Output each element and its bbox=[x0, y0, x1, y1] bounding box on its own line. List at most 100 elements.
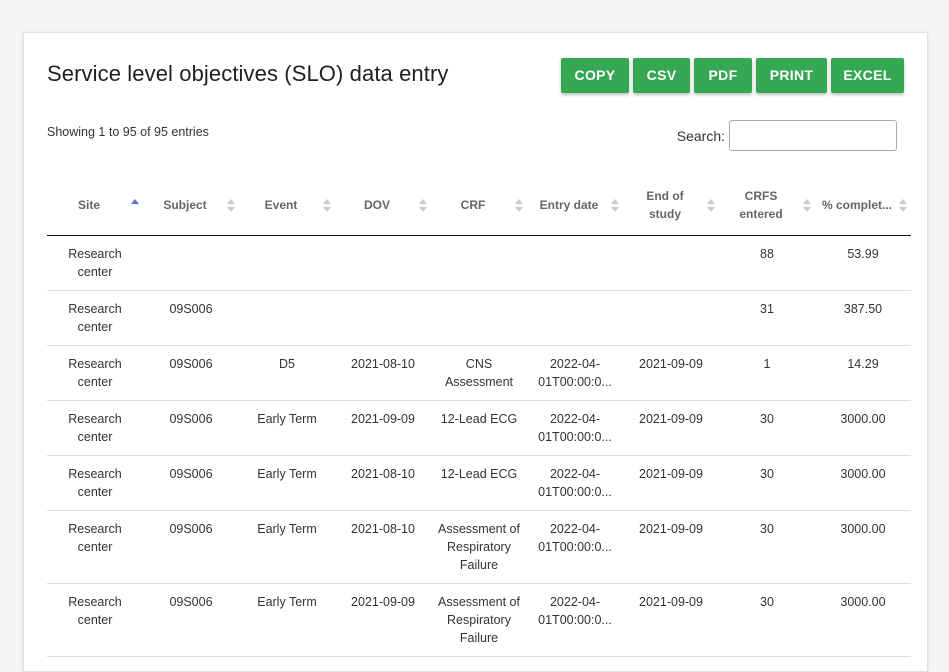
search-label: Search: bbox=[676, 127, 725, 144]
cell-subject: 09S006 bbox=[143, 345, 239, 401]
cell-event: Early Term bbox=[239, 455, 335, 511]
sort-icon bbox=[323, 199, 331, 213]
cell-percent-complete: 3000.00 bbox=[815, 510, 911, 584]
excel-button[interactable]: EXCEL bbox=[831, 58, 904, 93]
cell-crfs-entered: 30 bbox=[719, 583, 815, 657]
cell-end-of-study: 2021-09-09 bbox=[623, 583, 719, 657]
cell-subject: 09S006 bbox=[143, 290, 239, 346]
cell-subject: 09S006 bbox=[143, 510, 239, 584]
column-header-label: End of study bbox=[646, 188, 684, 221]
print-button[interactable]: PRINT bbox=[756, 58, 827, 93]
cell-dov: 2021-09-09 bbox=[335, 400, 431, 456]
cell-percent-complete: 14.29 bbox=[815, 345, 911, 401]
table-row[interactable]: Research center 09S006 Early Term 2021-08-1… bbox=[47, 510, 911, 584]
column-header-site[interactable]: Site bbox=[47, 175, 143, 236]
cell-event: Early Term bbox=[239, 583, 335, 657]
column-header-percent-complete[interactable]: % complet... bbox=[815, 175, 911, 236]
cell-site: Research center bbox=[47, 455, 143, 511]
column-header-label: Entry date bbox=[539, 197, 599, 212]
cell-event: D5 bbox=[239, 345, 335, 401]
table-header-row: Site Subject Event DOV CRF Entry date End of s… bbox=[47, 175, 911, 236]
column-header-label: % complet... bbox=[821, 197, 892, 212]
cell-site: Research center bbox=[47, 583, 143, 657]
cell-site: Research center bbox=[47, 290, 143, 346]
cell-crfs-entered: 30 bbox=[719, 455, 815, 511]
cell-percent-complete: 53.99 bbox=[815, 235, 911, 291]
cell-dov: 2021-08-10 bbox=[335, 455, 431, 511]
column-header-event[interactable]: Event bbox=[239, 175, 335, 236]
cell-percent-complete: 3000.00 bbox=[815, 455, 911, 511]
sort-icon bbox=[803, 199, 811, 213]
column-header-label: CRF bbox=[460, 197, 486, 212]
cell-percent-complete: 3000.00 bbox=[815, 400, 911, 456]
cell-crfs-entered: 1 bbox=[719, 345, 815, 401]
sort-icon bbox=[707, 199, 715, 213]
column-header-dov[interactable]: DOV bbox=[335, 175, 431, 236]
search-input[interactable] bbox=[729, 120, 897, 151]
sort-ascending-icon bbox=[131, 199, 139, 213]
cell-site: Research center bbox=[47, 235, 143, 291]
cell-crfs-entered: 31 bbox=[719, 290, 815, 346]
cell-subject: 09S006 bbox=[143, 455, 239, 511]
cell-event: Early Term bbox=[239, 400, 335, 456]
cell-crf: Assessment of Respiratory Failure bbox=[431, 510, 527, 584]
sort-icon bbox=[419, 199, 427, 213]
cell-dov: 2021-09-09 bbox=[335, 583, 431, 657]
cell-percent-complete: 3000.00 bbox=[815, 583, 911, 657]
column-header-label: Event bbox=[264, 197, 298, 212]
table-row[interactable]: Research center 09S006 Early Term 2021-09-0… bbox=[47, 583, 911, 657]
column-header-crfs-entered[interactable]: CRFS entered bbox=[719, 175, 815, 236]
cell-entry-date: 2022-04-01T00:00:0... bbox=[527, 345, 623, 401]
cell-dov bbox=[335, 290, 431, 346]
cell-event bbox=[239, 235, 335, 291]
data-table: Site Subject Event DOV CRF Entry date End of s… bbox=[47, 175, 911, 657]
cell-dov: 2021-08-10 bbox=[335, 510, 431, 584]
table-row[interactable]: Research center 09S006 31 387.50 bbox=[47, 290, 911, 346]
cell-site: Research center bbox=[47, 345, 143, 401]
cell-end-of-study: 2021-09-09 bbox=[623, 455, 719, 511]
sort-icon bbox=[611, 199, 619, 213]
column-header-crf[interactable]: CRF bbox=[431, 175, 527, 236]
cell-subject: 09S006 bbox=[143, 583, 239, 657]
cell-entry-date: 2022-04-01T00:00:0... bbox=[527, 510, 623, 584]
page-title: Service level objectives (SLO) data entr… bbox=[47, 61, 449, 86]
cell-end-of-study: 2021-09-09 bbox=[623, 510, 719, 584]
cell-event: Early Term bbox=[239, 510, 335, 584]
pdf-button[interactable]: PDF bbox=[694, 58, 752, 93]
csv-button[interactable]: CSV bbox=[633, 58, 690, 93]
cell-site: Research center bbox=[47, 510, 143, 584]
column-header-label: DOV bbox=[363, 197, 390, 212]
table-row[interactable]: Research center 88 53.99 bbox=[47, 235, 911, 291]
column-header-end-of-study[interactable]: End of study bbox=[623, 175, 719, 236]
cell-end-of-study: 2021-09-09 bbox=[623, 345, 719, 401]
cell-crf bbox=[431, 290, 527, 346]
cell-end-of-study: 2021-09-09 bbox=[623, 400, 719, 456]
cell-percent-complete: 387.50 bbox=[815, 290, 911, 346]
search-box: Search: bbox=[677, 120, 897, 151]
cell-end-of-study bbox=[623, 235, 719, 291]
cell-entry-date: 2022-04-01T00:00:0... bbox=[527, 455, 623, 511]
cell-subject bbox=[143, 235, 239, 291]
copy-button[interactable]: COPY bbox=[561, 58, 629, 93]
table-row[interactable]: Research center 09S006 Early Term 2021-08-1… bbox=[47, 455, 911, 511]
cell-crfs-entered: 88 bbox=[719, 235, 815, 291]
cell-entry-date bbox=[527, 235, 623, 291]
column-header-label: Subject bbox=[163, 197, 207, 212]
table-row[interactable]: Research center 09S006 Early Term 2021-09-0… bbox=[47, 400, 911, 456]
cell-crf bbox=[431, 235, 527, 291]
slo-card: Service level objectives (SLO) data entr… bbox=[23, 32, 928, 672]
cell-crfs-entered: 30 bbox=[719, 400, 815, 456]
cell-crfs-entered: 30 bbox=[719, 510, 815, 584]
cell-site: Research center bbox=[47, 400, 143, 456]
table-body: Research center 88 53.99 Research center 09S… bbox=[47, 235, 911, 657]
table-info: Showing 1 to 95 of 95 entries bbox=[47, 125, 209, 139]
cell-crf: 12-Lead ECG bbox=[431, 400, 527, 456]
table-row[interactable]: Research center 09S006 D5 2021-08-10 CNS Ass… bbox=[47, 345, 911, 401]
cell-end-of-study bbox=[623, 290, 719, 346]
column-header-entry-date[interactable]: Entry date bbox=[527, 175, 623, 236]
cell-entry-date: 2022-04-01T00:00:0... bbox=[527, 583, 623, 657]
sort-icon bbox=[227, 199, 235, 213]
export-buttons: COPY CSV PDF PRINT EXCEL bbox=[561, 58, 908, 93]
column-header-subject[interactable]: Subject bbox=[143, 175, 239, 236]
cell-crf: 12-Lead ECG bbox=[431, 455, 527, 511]
